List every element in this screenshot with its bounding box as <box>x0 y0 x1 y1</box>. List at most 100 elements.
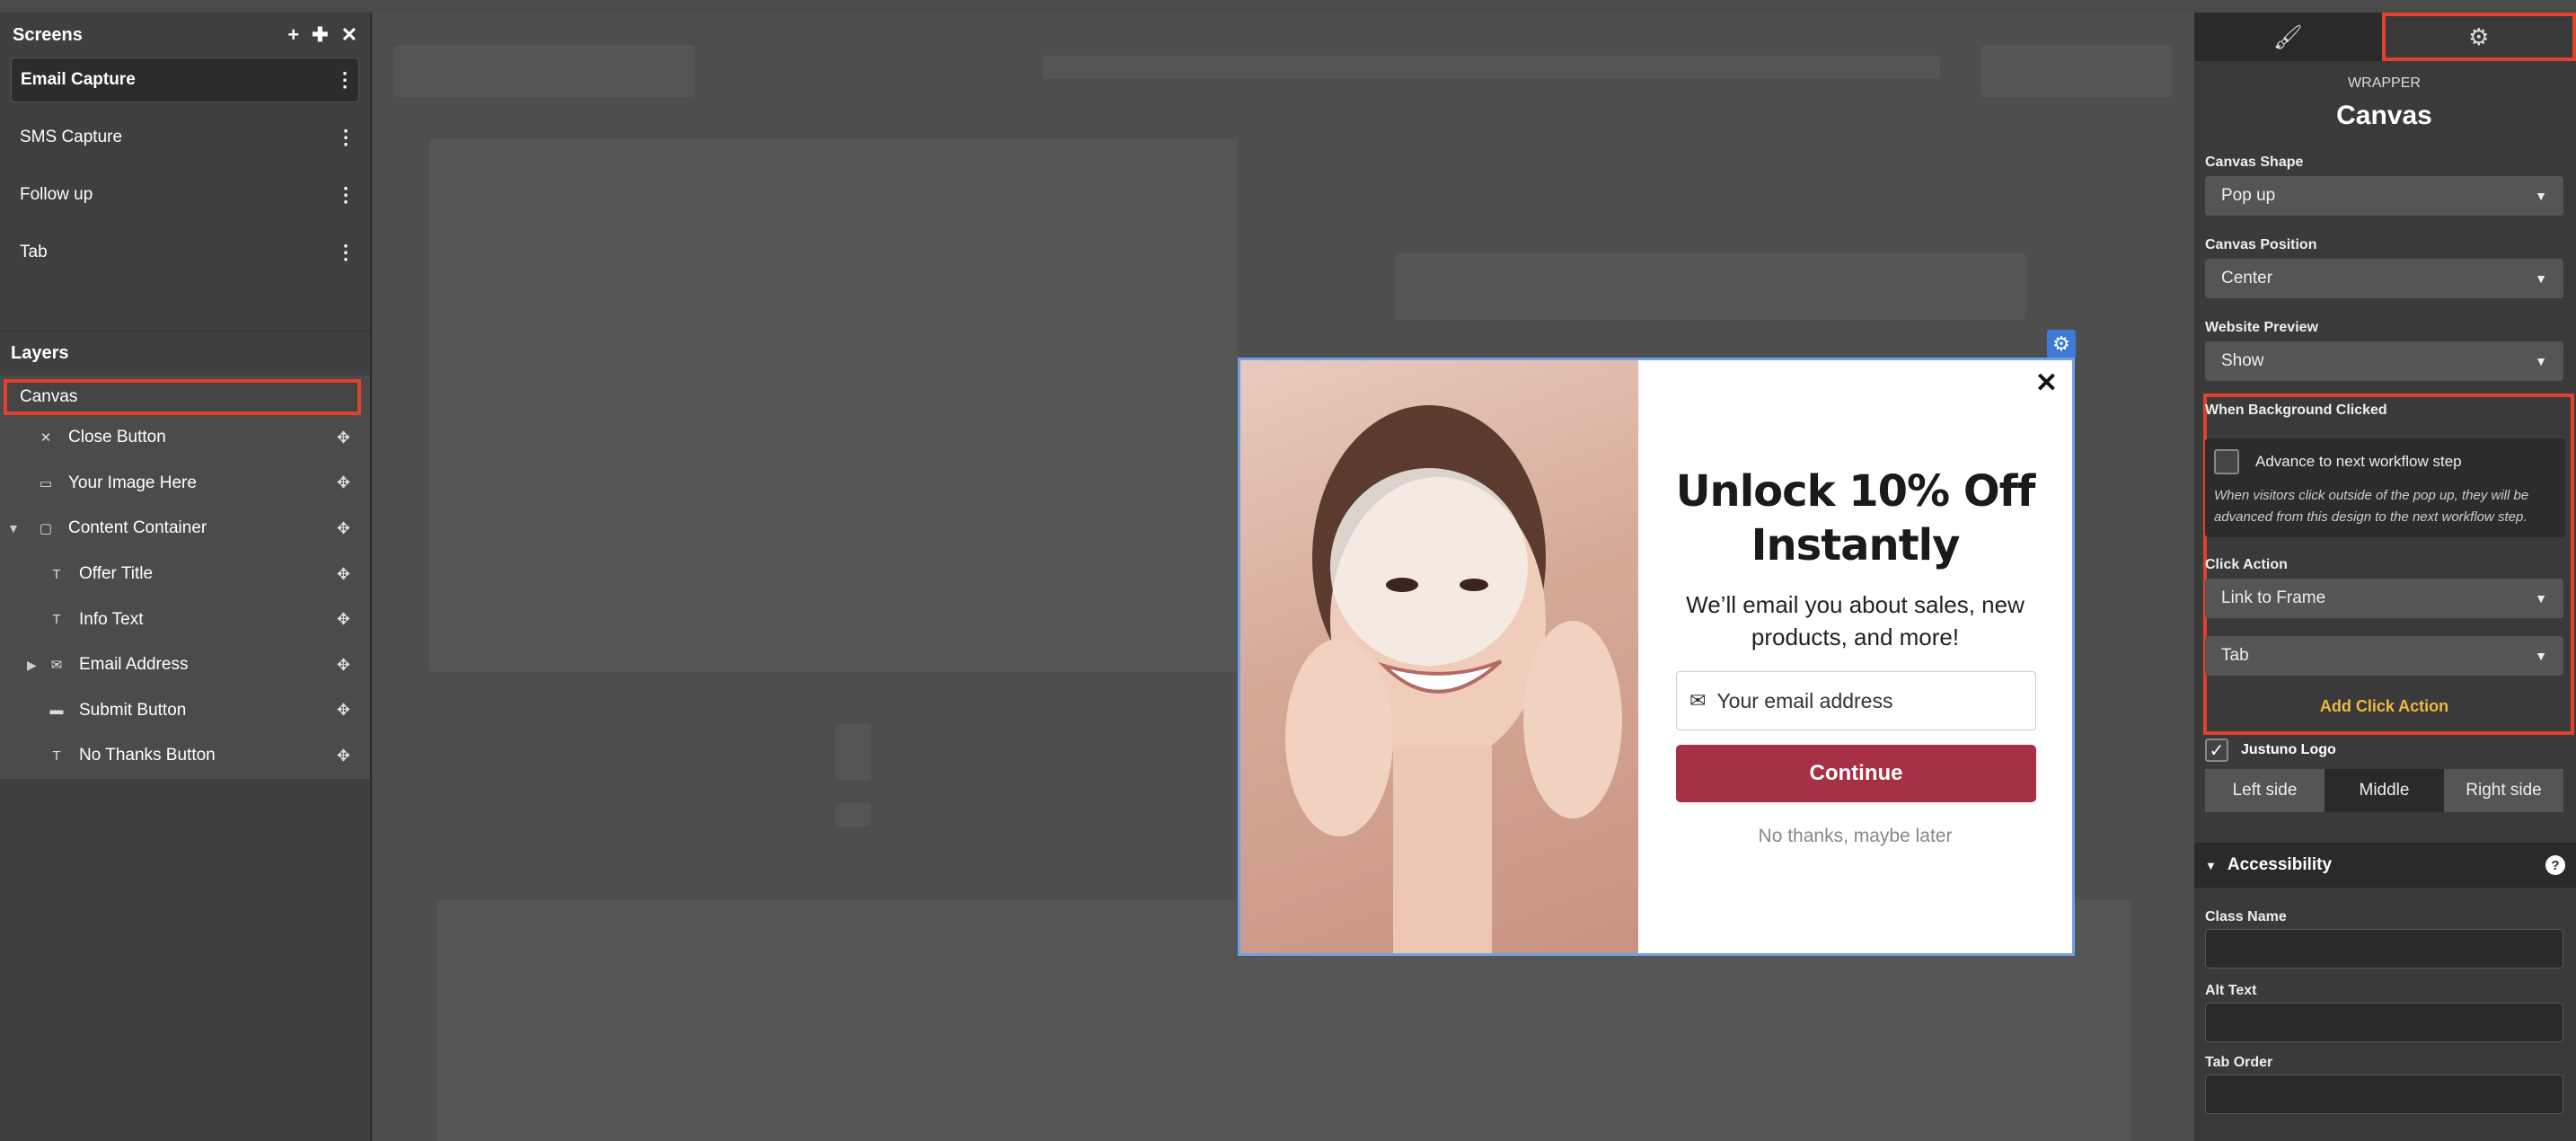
class-name-label: Class Name <box>2205 909 2287 924</box>
image-icon: ▭ <box>39 475 53 491</box>
tab-style[interactable]: 🖌 <box>2194 13 2382 61</box>
chevron-down-icon: ▼ <box>2205 858 2217 872</box>
select-value: Tab <box>2221 646 2249 665</box>
gear-icon: ⚙ <box>2468 22 2490 50</box>
advance-label: Advance to next workflow step <box>2255 453 2462 470</box>
layer-label: Email Address <box>79 655 189 675</box>
website-preview-label: Website Preview <box>2205 320 2318 335</box>
container-icon: ▢ <box>39 521 53 537</box>
help-icon[interactable]: ? <box>2545 855 2565 875</box>
design-canvas[interactable]: ⚙ ✕ Unlock 10% Off Instantly We’ll email… <box>374 13 2193 1141</box>
move-icon[interactable]: ✥ <box>337 610 350 629</box>
logo-left-side-option[interactable]: Left side <box>2205 769 2325 812</box>
alt-text-label: Alt Text <box>2205 983 2257 998</box>
move-icon[interactable]: ✥ <box>337 701 350 720</box>
screen-item-label: SMS Capture <box>20 128 123 146</box>
screen-item-follow-up[interactable]: Follow up ⋮ <box>11 172 359 217</box>
layer-info-text[interactable]: T Info Text ✥ <box>0 597 370 642</box>
layer-submit-button[interactable]: ▬ Submit Button ✥ <box>0 688 370 734</box>
chevron-down-icon[interactable]: ▼ <box>7 521 20 535</box>
properties-tabs: 🖌 ⚙ <box>2194 13 2576 61</box>
tab-settings[interactable]: ⚙ <box>2381 13 2576 61</box>
face-illustration <box>1285 405 1622 953</box>
layer-label: Content Container <box>68 518 207 538</box>
properties-panel: 🖌 ⚙ WRAPPER Canvas Canvas Shape Pop up ▼… <box>2194 13 2576 1141</box>
accessibility-header[interactable]: ▼ Accessibility ? <box>2194 843 2576 888</box>
alt-text-input[interactable] <box>2205 1003 2563 1042</box>
click-target-select[interactable]: Tab ▼ <box>2205 636 2563 676</box>
email-icon: ✉ <box>50 658 63 674</box>
chevron-down-icon: ▼ <box>2535 271 2547 286</box>
screen-item-label: Email Capture <box>21 70 136 89</box>
left-panel: Screens + ✚ ✕ Email Capture ⋮ SMS Captur… <box>0 13 372 1141</box>
class-name-input[interactable] <box>2205 929 2563 969</box>
offer-title[interactable]: Unlock 10% Off Instantly <box>1638 464 2072 572</box>
add-click-action-link[interactable]: Add Click Action <box>2205 697 2563 716</box>
more-options-icon[interactable]: ⋮ <box>335 68 355 92</box>
continue-button[interactable]: Continue <box>1676 745 2036 802</box>
popup-preview[interactable]: ✕ Unlock 10% Off Instantly We’ll email y… <box>1238 358 2075 956</box>
chevron-down-icon: ▼ <box>2535 591 2547 606</box>
layer-label: Your Image Here <box>68 473 197 492</box>
more-options-icon[interactable]: ⋮ <box>336 241 356 264</box>
gear-icon[interactable]: ⚙ <box>2047 330 2076 358</box>
click-action-select[interactable]: Link to Frame ▼ <box>2205 579 2563 618</box>
website-preview-select[interactable]: Show ▼ <box>2205 341 2563 381</box>
move-icon[interactable]: ✥ <box>337 747 350 765</box>
canvas-shape-select[interactable]: Pop up ▼ <box>2205 176 2563 216</box>
add-screen-icon[interactable]: + <box>287 23 299 47</box>
background-clicked-label: When Background Clicked <box>2205 402 2387 418</box>
advance-checkbox[interactable] <box>2214 449 2239 474</box>
canvas-position-select[interactable]: Center ▼ <box>2205 259 2563 298</box>
logo-middle-option[interactable]: Middle <box>2325 769 2444 812</box>
text-icon: T <box>52 566 61 582</box>
screen-item-tab[interactable]: Tab ⋮ <box>11 230 359 275</box>
layer-content-container[interactable]: ▼ ▢ Content Container ✥ <box>0 506 370 552</box>
more-options-icon[interactable]: ⋮ <box>336 183 356 207</box>
layer-offer-title[interactable]: T Offer Title ✥ <box>0 552 370 597</box>
screen-item-email-capture[interactable]: Email Capture ⋮ <box>11 57 359 102</box>
preview-placeholder <box>429 138 1238 672</box>
logo-position-segmented: Left side Middle Right side <box>2205 769 2563 812</box>
layer-canvas[interactable]: Canvas <box>4 379 361 415</box>
tab-order-input[interactable] <box>2205 1075 2563 1114</box>
no-thanks-link[interactable]: No thanks, maybe later <box>1638 826 2072 847</box>
move-icon[interactable]: ✥ <box>337 429 350 447</box>
layer-label: Canvas <box>20 387 78 406</box>
tab-order-label: Tab Order <box>2205 1055 2273 1070</box>
advance-help-text: When visitors click outside of the pop u… <box>2214 488 2529 525</box>
move-icon[interactable]: ✥ <box>337 473 350 492</box>
email-field[interactable]: ✉ Your email address <box>1676 671 2036 730</box>
layer-no-thanks-button[interactable]: T No Thanks Button ✥ <box>0 733 370 779</box>
layer-image[interactable]: ▭ Your Image Here ✥ <box>0 461 370 507</box>
wrapper-label: WRAPPER <box>2348 75 2421 91</box>
preview-placeholder <box>1042 56 1940 79</box>
screen-item-sms-capture[interactable]: SMS Capture ⋮ <box>11 115 359 160</box>
layer-close-button[interactable]: ✕ Close Button ✥ <box>0 415 370 461</box>
popup-image[interactable] <box>1240 360 1638 953</box>
move-icon[interactable]: ✥ <box>337 656 350 675</box>
select-value: Link to Frame <box>2221 588 2326 607</box>
canvas-position-label: Canvas Position <box>2205 237 2317 252</box>
brush-icon: 🖌 <box>2272 22 2303 50</box>
layer-label: Submit Button <box>79 700 187 720</box>
justuno-logo-row: ✓ Justuno Logo <box>2205 739 2563 762</box>
close-icon[interactable]: ✕ <box>341 23 357 47</box>
preview-placeholder <box>1394 253 2026 320</box>
info-text[interactable]: We’ll email you about sales, new product… <box>1674 588 2036 653</box>
move-icon[interactable]: ✥ <box>337 565 350 584</box>
close-icon[interactable]: ✕ <box>2035 367 2058 399</box>
justuno-logo-checkbox[interactable]: ✓ <box>2205 739 2228 762</box>
move-icon[interactable]: ✥ <box>337 519 350 538</box>
popup-content: ✕ Unlock 10% Off Instantly We’ll email y… <box>1638 360 2072 953</box>
layers-list: Canvas ✕ Close Button ✥ ▭ Your Image Her… <box>0 376 370 779</box>
screen-item-label: Follow up <box>20 185 93 204</box>
logo-right-side-option[interactable]: Right side <box>2444 769 2563 812</box>
chevron-right-icon[interactable]: ▶ <box>27 658 37 673</box>
layer-email-address[interactable]: ▶ ✉ Email Address ✥ <box>0 642 370 688</box>
accessibility-title: Accessibility <box>2227 855 2333 874</box>
click-action-label: Click Action <box>2205 557 2288 572</box>
more-options-icon[interactable]: ⋮ <box>336 126 356 149</box>
pin-icon[interactable]: ✚ <box>312 23 328 47</box>
advance-option-box: Advance to next workflow step When visit… <box>2205 438 2565 537</box>
